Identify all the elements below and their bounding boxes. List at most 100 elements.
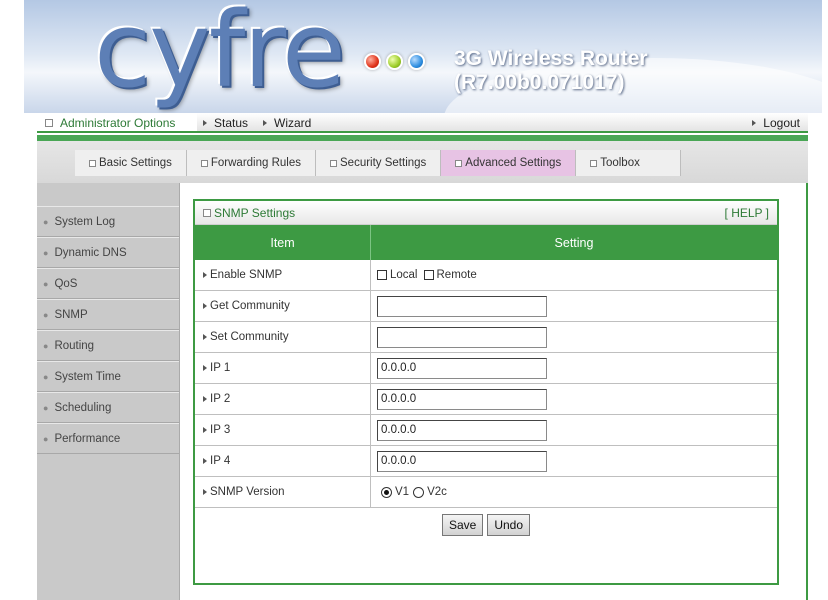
tab-advanced-settings[interactable]: Advanced Settings (441, 150, 577, 176)
top-nav-bar: Administrator Options Status Wizard Logo… (37, 113, 808, 133)
table-header: Item Setting (195, 225, 777, 260)
local-checkbox-label: Local (390, 269, 418, 281)
local-checkbox[interactable] (377, 270, 387, 280)
table-row: IP 4 (195, 446, 777, 477)
arrow-right-icon (203, 272, 207, 278)
sidebar-item-performance[interactable]: ● Performance (37, 423, 179, 454)
sidebar-item-label: QoS (54, 277, 78, 290)
tab-label: Toolbox (600, 157, 640, 169)
get-community-label: Get Community (210, 300, 290, 312)
status-link[interactable]: Status (203, 116, 248, 130)
table-row: Get Community (195, 291, 777, 322)
tab-label: Advanced Settings (465, 157, 562, 169)
sidebar: ● System Log ● Dynamic DNS ● QoS ● SNMP … (37, 183, 180, 600)
row-value (371, 415, 777, 445)
settings-tab-bar: Basic Settings Forwarding Rules Security… (37, 135, 808, 183)
sidebar-item-system-time[interactable]: ● System Time (37, 361, 179, 392)
brand-logo: cyfre (94, 0, 346, 111)
logout-link[interactable]: Logout (752, 116, 800, 130)
arrow-right-icon (203, 427, 207, 433)
sidebar-item-label: Dynamic DNS (54, 246, 127, 259)
help-link[interactable]: [ HELP ] (725, 206, 769, 220)
ip2-input[interactable] (377, 388, 547, 410)
get-community-input[interactable] (377, 295, 547, 317)
status-label: Status (214, 116, 249, 130)
bullet-icon: ● (43, 309, 49, 320)
green-dot-icon (386, 53, 403, 70)
row-label: SNMP Version (195, 477, 371, 507)
bullet-icon: ● (43, 216, 49, 227)
tab-security-settings[interactable]: Security Settings (316, 150, 442, 176)
row-value (371, 384, 777, 414)
sidebar-item-label: Scheduling (54, 401, 112, 414)
row-label: IP 4 (195, 446, 371, 476)
logout-label: Logout (763, 116, 800, 130)
ip1-input[interactable] (377, 357, 547, 379)
row-value (371, 353, 777, 383)
wizard-link[interactable]: Wizard (263, 116, 311, 130)
sidebar-item-routing[interactable]: ● Routing (37, 330, 179, 361)
tab-toolbox[interactable]: Toolbox (576, 150, 681, 176)
ip4-label: IP 4 (210, 455, 231, 467)
row-label: IP 1 (195, 353, 371, 383)
square-bullet-icon (89, 159, 96, 167)
arrow-right-icon (203, 334, 207, 340)
v2c-radio[interactable] (413, 486, 425, 498)
save-button[interactable]: Save (441, 514, 484, 536)
arrow-right-icon (203, 120, 207, 126)
form-buttons: Save Undo (195, 508, 777, 542)
panel-header: SNMP Settings [ HELP ] (195, 201, 777, 225)
arrow-right-icon (203, 489, 207, 495)
tab-label: Forwarding Rules (210, 157, 301, 169)
sidebar-item-label: System Time (54, 370, 121, 383)
arrow-right-icon (203, 303, 207, 309)
tab-forwarding-rules[interactable]: Forwarding Rules (186, 150, 316, 176)
column-header-item: Item (195, 225, 371, 260)
v1-radio[interactable] (381, 486, 392, 498)
set-community-input[interactable] (377, 326, 547, 348)
square-bullet-icon (455, 159, 463, 167)
sidebar-item-system-log[interactable]: ● System Log (37, 206, 179, 237)
bullet-icon: ● (43, 247, 49, 258)
ip4-input[interactable] (377, 450, 547, 472)
square-bullet-icon (200, 159, 208, 167)
bullet-icon: ● (43, 371, 49, 382)
sidebar-item-qos[interactable]: ● QoS (37, 268, 179, 299)
sidebar-item-scheduling[interactable]: ● Scheduling (37, 392, 179, 423)
tabs-container: Basic Settings Forwarding Rules Security… (75, 150, 681, 176)
row-value (371, 322, 777, 352)
row-label: Set Community (195, 322, 371, 352)
v2c-radio-label: V2c (427, 486, 447, 498)
table-row: IP 1 (195, 353, 777, 384)
tab-basic-settings[interactable]: Basic Settings (75, 150, 187, 176)
square-bullet-icon (330, 159, 337, 167)
sidebar-item-label: Performance (54, 432, 121, 445)
sidebar-item-dynamic-dns[interactable]: ● Dynamic DNS (37, 237, 179, 268)
row-label: IP 3 (195, 415, 371, 445)
ip1-label: IP 1 (210, 362, 231, 374)
undo-button[interactable]: Undo (487, 514, 531, 536)
ip3-label: IP 3 (210, 424, 231, 436)
row-value: Local Remote (371, 260, 777, 290)
bullet-icon: ● (43, 278, 49, 289)
bullet-icon: ● (43, 402, 49, 413)
v1-radio-label: V1 (395, 486, 410, 498)
remote-checkbox[interactable] (423, 270, 434, 280)
enable-snmp-label: Enable SNMP (210, 269, 283, 281)
panel-title: SNMP Settings (203, 206, 295, 220)
administrator-options-link[interactable]: Administrator Options (45, 116, 175, 130)
product-title: 3G Wireless Router (R7.00b0.071017) (454, 47, 648, 94)
red-dot-icon (364, 53, 381, 70)
table-row: IP 2 (195, 384, 777, 415)
remote-checkbox-label: Remote (436, 269, 477, 281)
snmp-settings-panel: SNMP Settings [ HELP ] Item Setting Enab… (193, 199, 779, 585)
wizard-label: Wizard (274, 116, 312, 130)
sidebar-item-snmp[interactable]: ● SNMP (37, 299, 179, 330)
ip3-input[interactable] (377, 419, 547, 441)
panel-title-text: SNMP Settings (214, 205, 296, 220)
ip2-label: IP 2 (210, 393, 231, 405)
tab-label: Basic Settings (99, 157, 172, 169)
sidebar-item-label: System Log (54, 215, 116, 228)
sidebar-item-label: SNMP (54, 308, 88, 321)
